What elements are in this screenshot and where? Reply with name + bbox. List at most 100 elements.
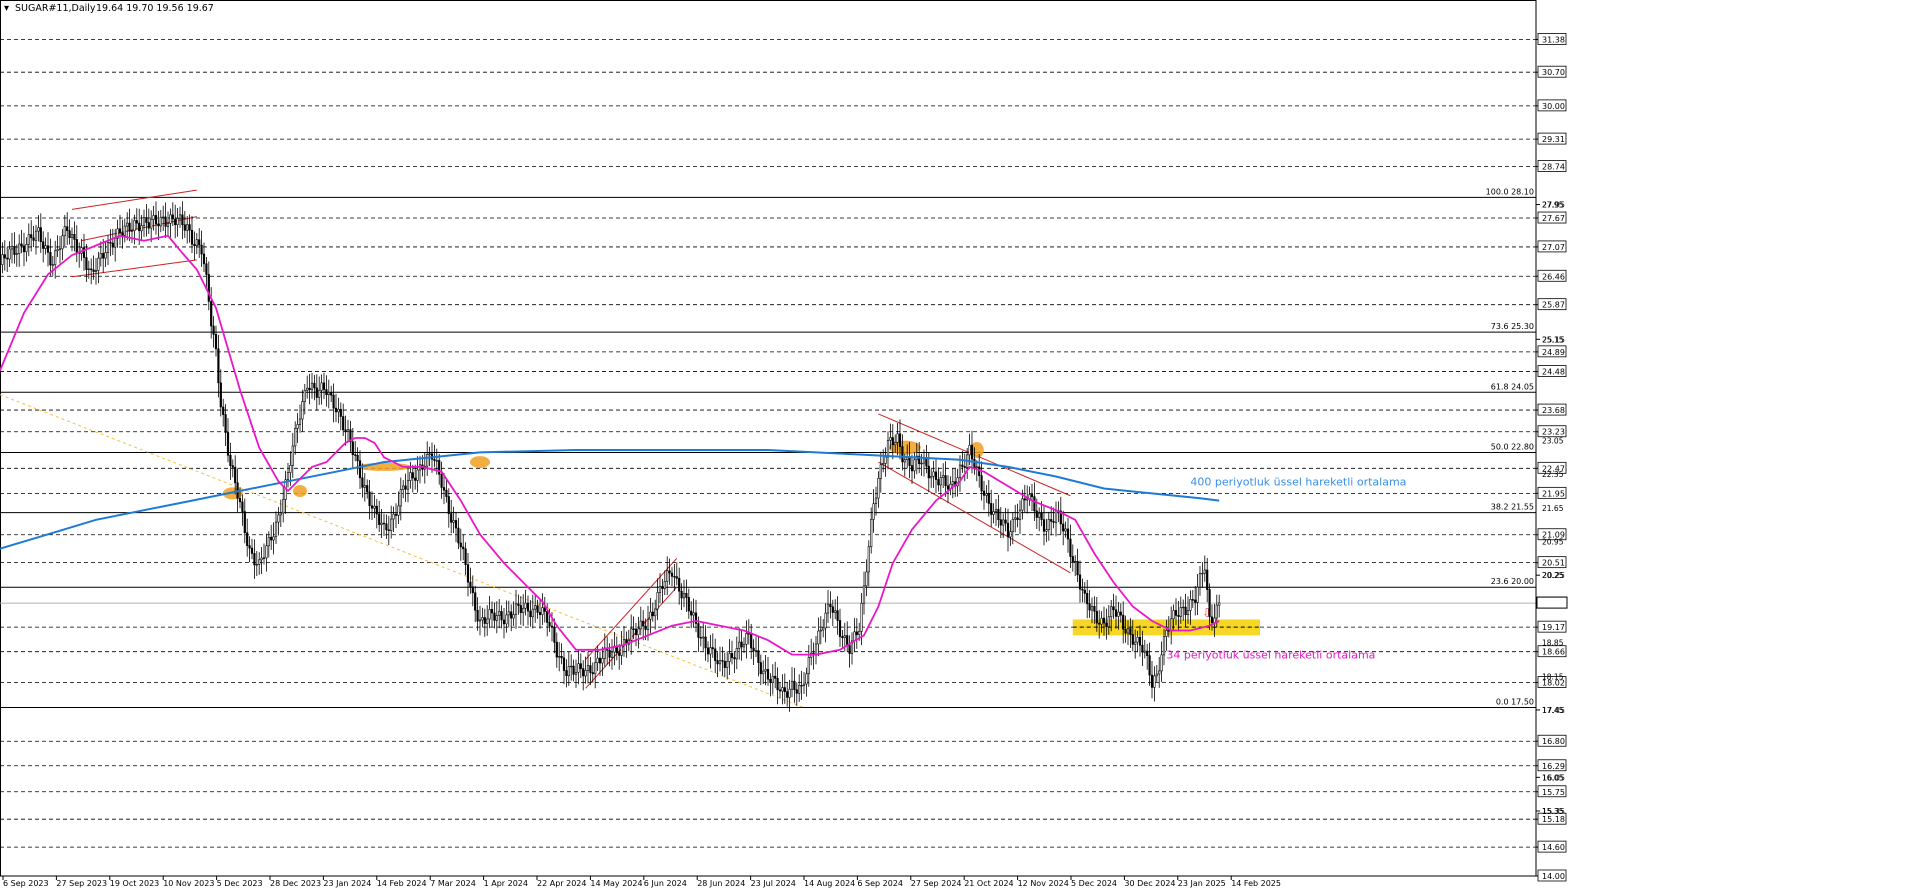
candle-body [1170,618,1173,632]
candle-body [37,227,40,232]
candle-body [332,394,335,409]
candle-body [1196,586,1199,603]
price-tick-label: 15.75 [1542,788,1565,797]
candle-body [1006,522,1010,538]
candle-body [231,465,234,468]
candle-body [517,603,520,606]
candle-body [457,527,460,544]
time-tick-label: 27 Sep 2024 [911,879,962,888]
candle-body [243,511,246,534]
candle-body [1182,606,1185,609]
candle-body [27,234,30,245]
candle-body [1100,617,1103,625]
candle-body [690,610,693,616]
candle-body [313,382,316,389]
candle-body [524,602,527,609]
time-tick-label: 10 Nov 2023 [163,879,214,888]
candle-body [270,536,273,541]
candle-body [246,532,249,546]
candle-body [642,620,645,627]
candle-body [795,689,798,694]
candle-body [1009,531,1012,538]
candle-body [670,572,674,577]
candle-body [1038,512,1041,518]
candle-body [692,612,695,616]
candle-body [1074,560,1077,563]
candle-body [714,648,717,661]
candle-body [183,224,186,231]
candle-body [339,408,342,417]
candle-body [63,226,66,237]
candle-body [1124,628,1127,634]
candle-body [0,264,2,266]
candle-body [169,214,172,224]
price-tick-label: 27.67 [1542,214,1565,223]
candle-body [992,511,995,515]
candle-body [560,655,563,659]
price-tick-label: 24.48 [1542,368,1565,377]
candle-body [356,455,359,462]
candle-body [774,675,777,679]
candle-body [330,392,333,396]
candle-body [164,216,167,227]
candle-body [882,463,885,466]
time-tick-label: 28 Dec 2023 [270,879,321,888]
price-chart[interactable]: 100.0 28.10 73.6 25.30 61.8 24.05 50.0 22.8… [0,0,1916,888]
chart-header: ▾ SUGAR#11,Daily 19.64 19.70 19.56 19.67 [4,3,214,14]
candle-body [930,475,933,479]
candle-body [541,607,544,615]
chart-container[interactable]: 100.0 28.10 73.6 25.30 61.8 24.05 50.0 22.8… [0,0,1916,888]
candle-body [608,649,611,658]
candle-body [1,254,4,266]
candle-body [702,636,705,639]
candle-body [709,647,712,655]
candle-body [663,581,666,589]
candle-body [500,611,503,621]
candle-body [200,244,203,255]
candle-body [570,665,573,668]
candle-body [361,477,364,488]
candle-body [1066,528,1070,540]
candle-body [555,641,558,658]
candle-body [22,245,26,253]
candle-body [104,252,107,259]
time-tick-label: 22 Apr 2024 [537,879,586,888]
price-tick-label: 23.68 [1542,406,1565,415]
candle-body [699,637,702,639]
candle-body [586,665,590,671]
candle-body [802,683,806,686]
candle-body [829,603,832,608]
price-tick-label: 14.60 [1542,843,1565,852]
candle-body [846,635,849,646]
candle-body [550,625,554,628]
candle-body [351,441,354,455]
candle-body [862,585,866,604]
candle-body [294,428,297,447]
candle-body [75,239,78,253]
candle-body [778,689,782,692]
candle-body [769,678,772,684]
candle-body [61,235,64,250]
candle-body [1021,498,1024,511]
candle-body [416,469,419,481]
candle-body [402,485,405,490]
chart-symbol-title: SUGAR#11,Daily [15,3,96,14]
chart-menu-icon[interactable]: ▾ [4,3,9,14]
candle-body [358,460,362,479]
candle-body [735,647,738,660]
candle-body [618,652,621,656]
candle-body [366,485,369,493]
candle-body [301,401,304,420]
candle-body [788,688,791,698]
candle-body [884,456,887,464]
candle-body [464,548,467,565]
candle-body [553,627,556,643]
candle-body [1208,589,1211,618]
candle-body [733,657,736,660]
candle-body [750,633,753,649]
candle-body [1033,496,1036,512]
candle-body [574,671,578,675]
candle-body [54,250,57,265]
down-arrow-icon: ⇩ [1202,606,1212,620]
candle-body [123,225,126,236]
